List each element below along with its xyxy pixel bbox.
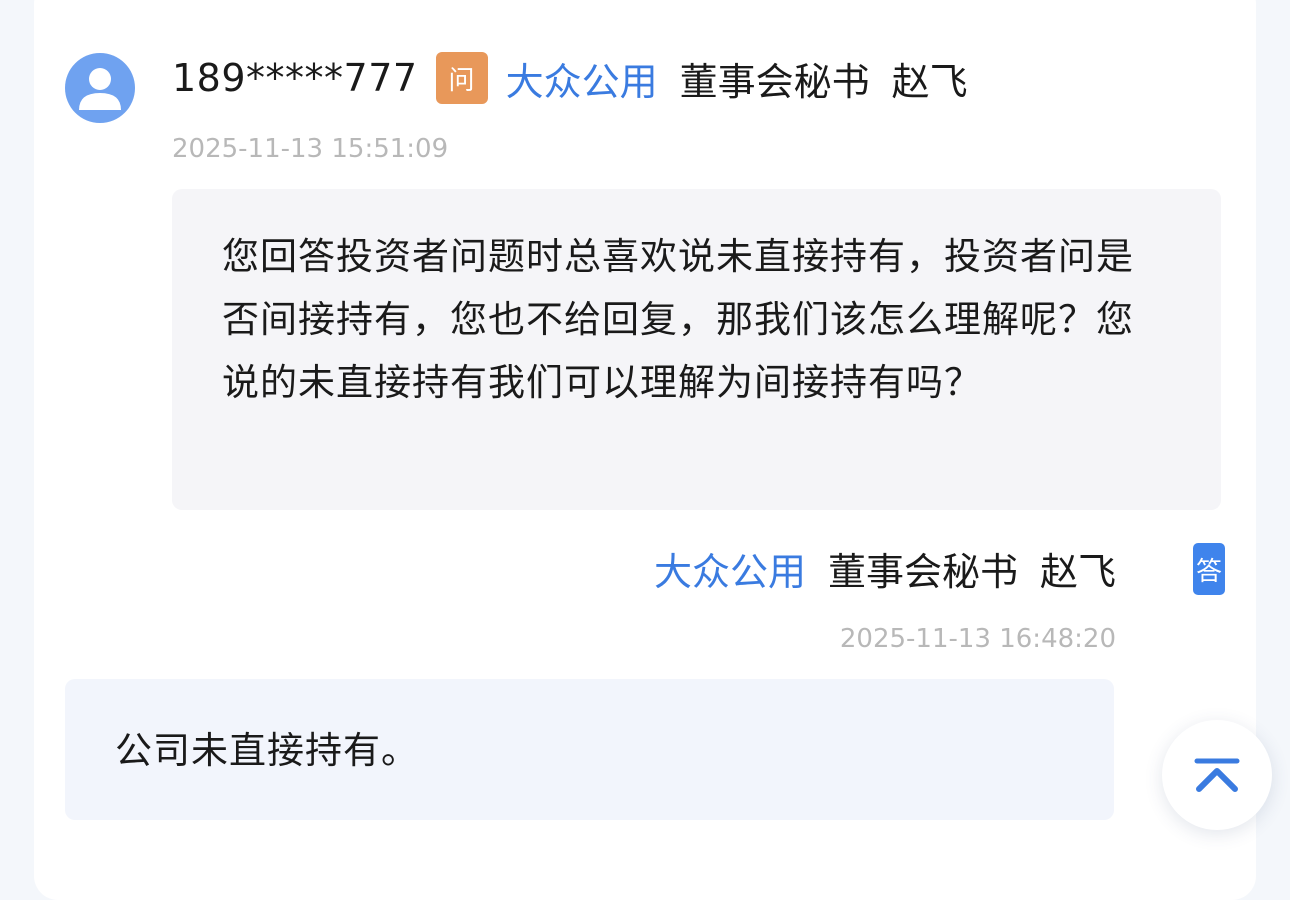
question-role: 董事会秘书 — [679, 59, 870, 104]
question-text: 您回答投资者问题时总喜欢说未直接持有，投资者问是否间接持有，您也不给回复，那我们… — [222, 235, 1134, 404]
answer-role: 董事会秘书 — [827, 549, 1018, 594]
question-company-link[interactable]: 大众公用 — [506, 51, 658, 106]
back-to-top-button[interactable] — [1162, 720, 1272, 830]
question-header: 189*****777 问 大众公用 董事会秘书 赵飞 — [172, 50, 968, 106]
question-person: 赵飞 — [891, 59, 968, 104]
answer-timestamp: 2025-11-13 16:48:20 — [839, 624, 1116, 654]
answer-company-link[interactable]: 大众公用 — [654, 541, 806, 596]
question-user-id[interactable]: 189*****777 — [172, 56, 418, 100]
answer-person: 赵飞 — [1039, 549, 1116, 594]
ask-badge: 问 — [435, 52, 488, 104]
question-timestamp: 2025-11-13 15:51:09 — [172, 134, 449, 164]
back-to-top-icon — [1194, 758, 1240, 792]
answer-header: 大众公用 董事会秘书 赵飞 — [636, 540, 1116, 596]
question-bubble: 您回答投资者问题时总喜欢说未直接持有，投资者问是否间接持有，您也不给回复，那我们… — [172, 189, 1221, 510]
user-avatar-icon — [79, 68, 121, 110]
avatar[interactable] — [65, 53, 135, 123]
answer-bubble: 公司未直接持有。 — [65, 679, 1114, 820]
answer-text: 公司未直接持有。 — [115, 729, 419, 772]
answer-badge: 答 — [1193, 543, 1225, 595]
